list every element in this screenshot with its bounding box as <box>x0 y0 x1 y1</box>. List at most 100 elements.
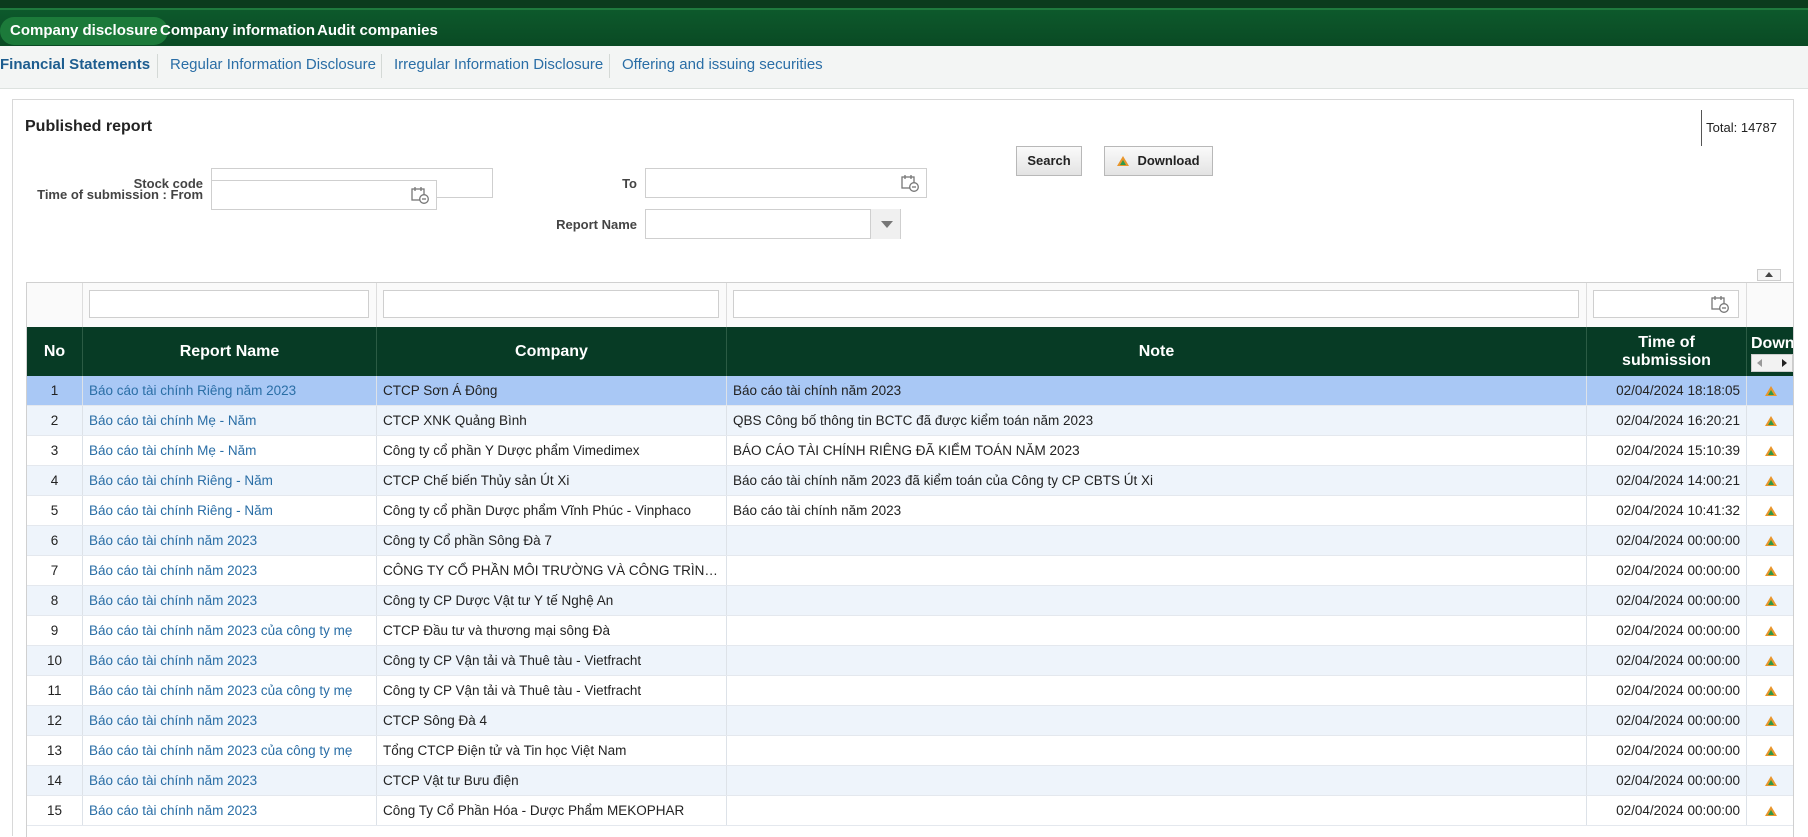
column-header-no[interactable]: No <box>27 327 83 376</box>
report-name-link[interactable]: Báo cáo tài chính năm 2023 của công ty m… <box>83 616 377 645</box>
download-cell[interactable] <box>1747 676 1793 705</box>
report-name-link[interactable]: Báo cáo tài chính năm 2023 <box>83 646 377 675</box>
scroll-left-icon[interactable] <box>1757 359 1762 367</box>
tab-regular-disclosure[interactable]: Regular Information Disclosure <box>170 46 376 88</box>
note-text <box>727 736 1587 765</box>
table-row[interactable]: 5 Báo cáo tài chính Riêng - Năm Công ty cổ… <box>27 496 1793 526</box>
nav-audit-companies[interactable]: Audit companies <box>307 17 448 45</box>
report-name-link[interactable]: Báo cáo tài chính năm 2023 <box>83 526 377 555</box>
download-icon[interactable] <box>1764 476 1777 486</box>
download-icon[interactable] <box>1764 446 1777 456</box>
download-cell[interactable] <box>1747 556 1793 585</box>
chevron-down-icon[interactable] <box>870 209 900 239</box>
download-icon[interactable] <box>1764 716 1777 726</box>
download-icon[interactable] <box>1764 746 1777 756</box>
download-cell[interactable] <box>1747 406 1793 435</box>
report-name-link[interactable]: Báo cáo tài chính Riêng - Năm <box>83 466 377 495</box>
nav-company-disclosure[interactable]: Company disclosure <box>0 17 168 45</box>
table-row[interactable]: 15 Báo cáo tài chính năm 2023 Công Ty Cổ P… <box>27 796 1793 826</box>
table-row[interactable]: 3 Báo cáo tài chính Mẹ - Năm Công ty cổ ph… <box>27 436 1793 466</box>
table-row[interactable]: 13 Báo cáo tài chính năm 2023 của công ty… <box>27 736 1793 766</box>
report-name-link[interactable]: Báo cáo tài chính năm 2023 <box>83 796 377 825</box>
download-cell[interactable] <box>1747 376 1793 405</box>
report-name-link[interactable]: Báo cáo tài chính năm 2023 của công ty m… <box>83 676 377 705</box>
report-name-link[interactable]: Báo cáo tài chính Riêng năm 2023 <box>83 376 377 405</box>
horizontal-scroll[interactable] <box>1751 354 1793 372</box>
download-icon[interactable] <box>1764 506 1777 516</box>
note-text <box>727 586 1587 615</box>
calendar-icon[interactable] <box>1711 295 1729 313</box>
search-button[interactable]: Search <box>1016 146 1082 176</box>
download-icon[interactable] <box>1764 386 1777 396</box>
table-row[interactable]: 10 Báo cáo tài chính năm 2023 Công ty CP V… <box>27 646 1793 676</box>
table-row[interactable]: 14 Báo cáo tài chính năm 2023 CTCP Vật tư … <box>27 766 1793 796</box>
company-name: CTCP Chế biến Thủy sản Út Xi <box>377 466 727 495</box>
note-filter[interactable] <box>733 290 1579 318</box>
report-name-link[interactable]: Báo cáo tài chính năm 2023 <box>83 706 377 735</box>
tab-divider <box>381 54 382 78</box>
report-name-link[interactable]: Báo cáo tài chính Mẹ - Năm <box>83 436 377 465</box>
download-icon[interactable] <box>1764 776 1777 786</box>
company-name: Công ty CP Vận tải và Thuê tàu - Vietfra… <box>377 646 727 675</box>
table-row[interactable]: 6 Báo cáo tài chính năm 2023 Công ty Cổ ph… <box>27 526 1793 556</box>
table-row[interactable]: 11 Báo cáo tài chính năm 2023 của công ty… <box>27 676 1793 706</box>
collapse-up-icon[interactable] <box>1757 269 1781 281</box>
column-header-note[interactable]: Note <box>727 327 1587 376</box>
nav-company-information[interactable]: Company information <box>150 17 325 45</box>
note-text <box>727 796 1587 825</box>
table-row[interactable]: 9 Báo cáo tài chính năm 2023 của công ty … <box>27 616 1793 646</box>
report-name-link[interactable]: Báo cáo tài chính năm 2023 <box>83 556 377 585</box>
to-date-input[interactable] <box>645 168 927 198</box>
calendar-icon[interactable] <box>901 174 919 192</box>
column-header-report-name[interactable]: Report Name <box>83 327 377 376</box>
download-icon[interactable] <box>1764 566 1777 576</box>
download-icon[interactable] <box>1764 596 1777 606</box>
download-icon[interactable] <box>1764 686 1777 696</box>
scroll-right-icon[interactable] <box>1782 359 1787 367</box>
report-name-link[interactable]: Báo cáo tài chính Riêng - Năm <box>83 496 377 525</box>
table-row[interactable]: 12 Báo cáo tài chính năm 2023 CTCP Sông Đà… <box>27 706 1793 736</box>
report-name-filter[interactable] <box>89 290 369 318</box>
download-button[interactable]: Download <box>1104 146 1213 176</box>
top-navigation: Company disclosure Company information A… <box>0 0 1808 46</box>
download-icon[interactable] <box>1764 806 1777 816</box>
download-cell[interactable] <box>1747 436 1793 465</box>
row-number: 13 <box>27 736 83 765</box>
tab-divider <box>609 54 610 78</box>
table-row[interactable]: 4 Báo cáo tài chính Riêng - Năm CTCP Chế b… <box>27 466 1793 496</box>
report-name-link[interactable]: Báo cáo tài chính năm 2023 của công ty m… <box>83 736 377 765</box>
download-cell[interactable] <box>1747 526 1793 555</box>
download-icon[interactable] <box>1764 656 1777 666</box>
download-icon[interactable] <box>1764 416 1777 426</box>
download-cell[interactable] <box>1747 706 1793 735</box>
from-date-input[interactable] <box>211 180 437 210</box>
table-row[interactable]: 7 Báo cáo tài chính năm 2023 CÔNG TY CỔ PH… <box>27 556 1793 586</box>
company-name: Công Ty Cổ Phần Hóa - Dược Phẩm MEKOPHAR <box>377 796 727 825</box>
download-cell[interactable] <box>1747 586 1793 615</box>
download-icon[interactable] <box>1764 626 1777 636</box>
column-header-company[interactable]: Company <box>377 327 727 376</box>
report-name-link[interactable]: Báo cáo tài chính năm 2023 <box>83 766 377 795</box>
download-cell[interactable] <box>1747 736 1793 765</box>
note-text: BÁO CÁO TÀI CHÍNH RIÊNG ĐÃ KIỂM TOÁN NĂM… <box>727 436 1587 465</box>
tab-irregular-disclosure[interactable]: Irregular Information Disclosure <box>394 46 603 88</box>
download-cell[interactable] <box>1747 496 1793 525</box>
tab-offering-securities[interactable]: Offering and issuing securities <box>622 46 823 88</box>
download-cell[interactable] <box>1747 616 1793 645</box>
column-header-time[interactable]: Time of submission <box>1587 327 1747 376</box>
calendar-icon[interactable] <box>411 186 429 204</box>
download-cell[interactable] <box>1747 646 1793 675</box>
submission-time: 02/04/2024 18:18:05 <box>1587 376 1747 405</box>
download-icon[interactable] <box>1764 536 1777 546</box>
report-name-link[interactable]: Báo cáo tài chính năm 2023 <box>83 586 377 615</box>
download-cell[interactable] <box>1747 796 1793 825</box>
table-row[interactable]: 8 Báo cáo tài chính năm 2023 Công ty CP Dư… <box>27 586 1793 616</box>
tab-financial-statements[interactable]: Financial Statements <box>0 46 150 88</box>
company-filter[interactable] <box>383 290 719 318</box>
table-row[interactable]: 1 Báo cáo tài chính Riêng năm 2023 CTCP Sơ… <box>27 376 1793 406</box>
table-row[interactable]: 2 Báo cáo tài chính Mẹ - Năm CTCP XNK Quản… <box>27 406 1793 436</box>
download-cell[interactable] <box>1747 466 1793 495</box>
download-cell[interactable] <box>1747 766 1793 795</box>
report-name-link[interactable]: Báo cáo tài chính Mẹ - Năm <box>83 406 377 435</box>
report-name-select[interactable] <box>645 209 901 239</box>
